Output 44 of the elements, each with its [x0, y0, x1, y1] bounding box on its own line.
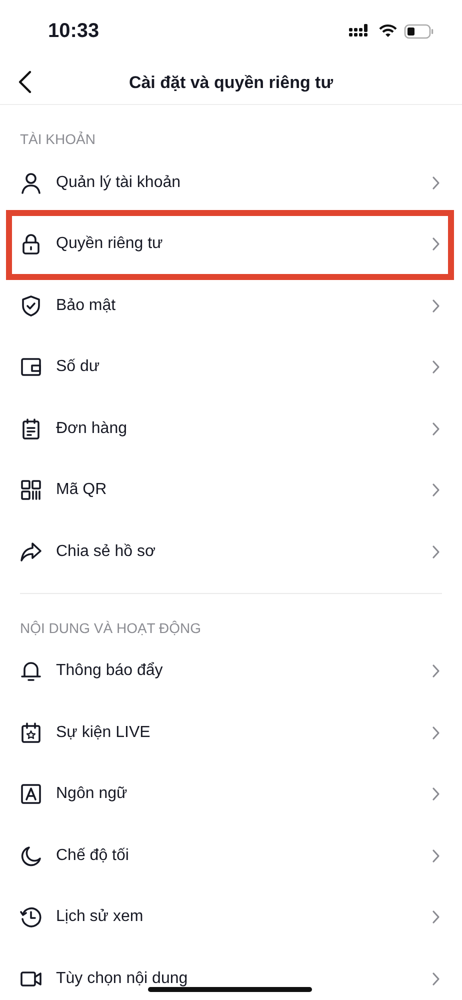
- chevron-right-icon: [432, 298, 440, 313]
- wallet-icon: [20, 356, 42, 378]
- settings-row[interactable]: Mã QR: [0, 460, 462, 521]
- person-icon: [20, 172, 42, 194]
- chevron-right-icon: [432, 544, 440, 559]
- settings-row[interactable]: Lịch sử xem: [0, 886, 462, 948]
- chevron-right-icon: [432, 483, 440, 498]
- settings-row[interactable]: Quản lý tài khoản: [0, 152, 462, 214]
- back-button[interactable]: [18, 70, 32, 94]
- chevron-right-icon: [432, 237, 440, 252]
- lock-icon: [20, 233, 42, 256]
- chevron-right-icon: [432, 726, 440, 740]
- battery-icon: [404, 24, 434, 38]
- section-heading: NỘI DUNG VÀ HOẠT ĐỘNG: [19, 618, 202, 638]
- chevron-right-icon: [432, 422, 440, 436]
- chevron-right-icon: [432, 972, 440, 986]
- clipboard-icon: [20, 418, 42, 440]
- wifi-icon: [379, 24, 397, 38]
- settings-row[interactable]: Đơn hàng: [0, 398, 462, 460]
- settings-row[interactable]: Ngôn ngữ: [0, 764, 462, 825]
- history-icon: [20, 906, 42, 928]
- settings-row[interactable]: Thông báo đẩy: [0, 640, 462, 702]
- share-arrow-icon: [20, 540, 42, 563]
- chevron-right-icon: [432, 910, 440, 924]
- settings-row[interactable]: Số dư: [0, 336, 462, 398]
- settings-row[interactable]: Tùy chọn nội dung: [0, 948, 462, 1000]
- moon-icon: [20, 844, 42, 867]
- bell-icon: [20, 660, 42, 682]
- settings-row[interactable]: Quyền riêng tư: [0, 214, 462, 275]
- settings-row[interactable]: Sự kiện LIVE: [0, 702, 462, 764]
- chevron-right-icon: [432, 664, 440, 678]
- settings-row[interactable]: Bảo mật: [0, 275, 462, 336]
- shield-check-icon: [20, 294, 42, 317]
- settings-row[interactable]: Chia sẻ hồ sơ: [0, 521, 462, 582]
- section-heading: TÀI KHOẢN: [19, 130, 96, 149]
- page-title: Cài đặt và quyền riêng tư: [128, 73, 334, 93]
- chevron-right-icon: [432, 787, 440, 802]
- chevron-right-icon: [432, 848, 440, 863]
- settings-row[interactable]: Chế độ tối: [0, 825, 462, 886]
- letter-a-icon: [20, 783, 42, 806]
- status-time: 10:33: [48, 20, 100, 42]
- qr-code-icon: [20, 479, 42, 502]
- chevron-right-icon: [432, 176, 440, 190]
- chevron-right-icon: [432, 360, 440, 374]
